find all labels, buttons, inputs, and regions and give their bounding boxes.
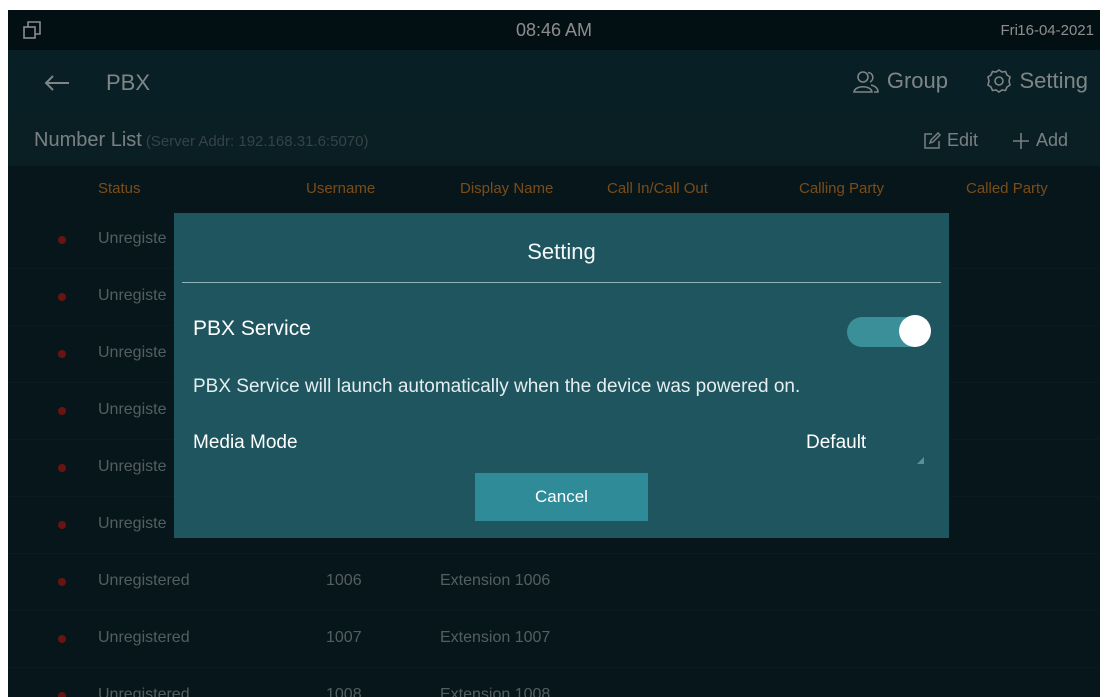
- setting-dialog: Setting PBX Service PBX Service will lau…: [174, 213, 949, 538]
- media-mode-value: Default: [806, 432, 867, 453]
- pbx-service-toggle[interactable]: [847, 315, 931, 349]
- toggle-knob: [899, 315, 931, 347]
- pbx-service-label: PBX Service: [193, 317, 311, 340]
- media-mode-label: Media Mode: [193, 432, 298, 453]
- media-mode-select[interactable]: Default: [764, 427, 929, 469]
- device-screen: 08:46 AM Fri 16-04-2021 PBX Group Settin…: [8, 10, 1100, 697]
- dropdown-corner-icon: [917, 457, 924, 464]
- dialog-divider: [182, 282, 941, 283]
- cancel-button[interactable]: Cancel: [475, 473, 648, 521]
- dialog-title: Setting: [527, 239, 596, 264]
- pbx-service-description: PBX Service will launch automatically wh…: [193, 376, 801, 397]
